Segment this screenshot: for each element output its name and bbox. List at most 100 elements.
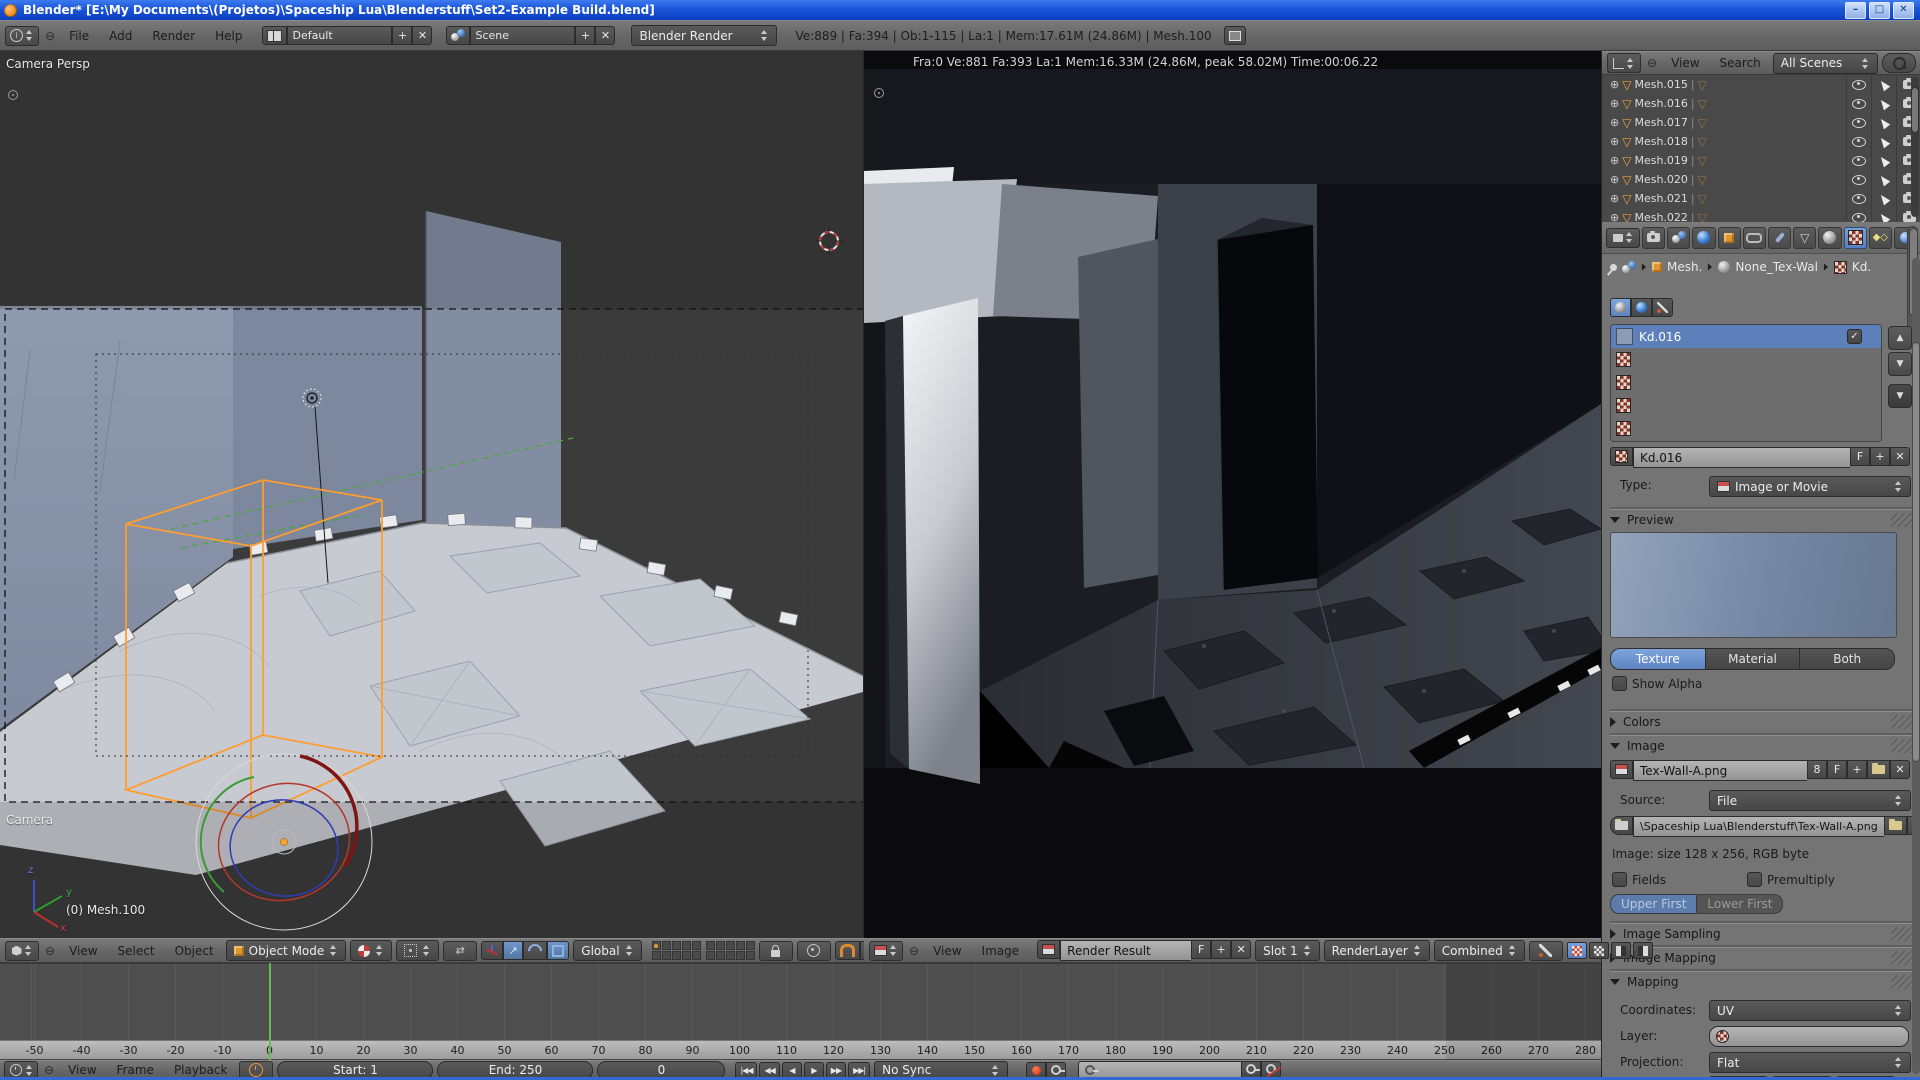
panel-grip[interactable] — [1891, 513, 1913, 527]
tab-data[interactable]: ▽ — [1793, 227, 1816, 249]
outliner-row[interactable]: ⊕ ▽ Mesh.015 | ▽ — [1602, 75, 1920, 94]
tab-constraints[interactable] — [1743, 227, 1766, 249]
playback-button[interactable]: ◀◀ — [759, 1062, 779, 1079]
preview-both-button[interactable]: Both — [1799, 648, 1895, 670]
projection-dropdown[interactable]: Flat — [1709, 1052, 1911, 1073]
playback-button[interactable]: ◀ — [782, 1062, 802, 1079]
image-datablock-browse-button[interactable] — [1037, 940, 1060, 959]
titlebar[interactable]: Blender* [E:\My Documents\(Projetos)\Spa… — [0, 0, 1920, 20]
panel-grip[interactable] — [1891, 739, 1913, 753]
render-engine-dropdown[interactable]: Blender Render — [631, 25, 777, 46]
panel-grip[interactable] — [1891, 951, 1913, 965]
outliner-row[interactable]: ⊕ ▽ Mesh.017 | ▽ — [1602, 113, 1920, 132]
outliner-row[interactable]: ⊕ ▽ Mesh.022 | ▽ — [1602, 208, 1920, 222]
playback-button[interactable]: ▶▶| — [848, 1062, 870, 1079]
tab-object[interactable] — [1718, 227, 1741, 249]
pivot-point-dropdown[interactable] — [396, 940, 439, 961]
expand-icon[interactable]: ⊕ — [1610, 78, 1619, 91]
snap-toggle-button[interactable] — [835, 941, 860, 960]
expand-icon[interactable]: ⊕ — [1610, 97, 1619, 110]
expand-icon[interactable]: ⊕ — [1610, 135, 1619, 148]
mode-dropdown[interactable]: Object Mode — [226, 940, 347, 961]
image-source-dropdown[interactable]: File — [1709, 790, 1911, 811]
lower-first-button[interactable]: Lower First — [1696, 894, 1783, 914]
translate-manipulator-button[interactable]: ↗ — [503, 941, 523, 960]
outliner-scrollbar-thumb[interactable] — [1911, 87, 1919, 133]
texture-slot-empty[interactable] — [1611, 417, 1881, 440]
panel-preview-header[interactable]: Preview — [1610, 509, 1913, 530]
transform-orientation-dropdown[interactable]: Global — [573, 940, 641, 961]
outliner-row[interactable]: ⊕ ▽ Mesh.019 | ▽ — [1602, 151, 1920, 170]
breadcrumb-object[interactable]: Mesh. — [1667, 260, 1702, 274]
screen-layout-delete-button[interactable]: ✕ — [412, 26, 432, 45]
menu-render[interactable]: Render — [144, 29, 203, 43]
outliner-row[interactable]: ⊕ ▽ Mesh.018 | ▽ — [1602, 132, 1920, 151]
menu-add[interactable]: Add — [101, 29, 140, 43]
slot-move-down-button[interactable]: ▼ — [1888, 352, 1912, 376]
texture-context-material-button[interactable] — [1610, 298, 1631, 317]
timeline-ruler[interactable]: -50-40-30-20-100102030405060708090100110… — [0, 1040, 1601, 1060]
manipulator-toggle-button[interactable]: ⇄ — [443, 941, 477, 961]
selectability-toggle[interactable] — [1871, 189, 1896, 208]
path-icon-button[interactable] — [1610, 816, 1633, 835]
image-new-button[interactable]: + — [1847, 760, 1867, 779]
playback-button[interactable]: ▶▶ — [826, 1062, 846, 1079]
insert-keyframe-button[interactable] — [1241, 1061, 1261, 1078]
channels-zbuffer-button[interactable] — [1633, 942, 1653, 959]
viewport-scene[interactable] — [0, 51, 863, 938]
layers-grid-1[interactable] — [652, 941, 701, 960]
manipulator-axis-button[interactable] — [481, 941, 503, 960]
playback-button[interactable]: ▶ — [804, 1062, 824, 1079]
breadcrumb-texture[interactable]: Kd. — [1852, 260, 1871, 274]
selectability-toggle[interactable] — [1871, 208, 1896, 222]
object-name[interactable]: Mesh.018 — [1634, 135, 1687, 148]
collapse-menus-icon[interactable]: ⊖ — [43, 944, 57, 958]
preview-texture-button[interactable]: Texture — [1610, 648, 1705, 670]
v3d-menu-object[interactable]: Object — [167, 944, 222, 958]
new-texture-button[interactable]: + — [1870, 447, 1890, 466]
expand-icon[interactable]: ⊕ — [1610, 192, 1619, 205]
pin-icon[interactable] — [1609, 262, 1619, 272]
visibility-toggle[interactable] — [1846, 170, 1871, 189]
outliner-search-button[interactable] — [1882, 53, 1916, 73]
image-editor-viewport[interactable]: Fra:0 Ve:881 Fa:393 La:1 Mem:16.33M (24.… — [864, 51, 1601, 938]
image-unlink-button[interactable]: ✕ — [1231, 940, 1251, 959]
texture-slot-empty[interactable] — [1611, 371, 1881, 394]
selectability-toggle[interactable] — [1871, 170, 1896, 189]
expand-icon[interactable]: ⊕ — [1610, 211, 1619, 222]
image-users-button[interactable]: 8 — [1807, 760, 1827, 779]
visibility-toggle[interactable] — [1846, 75, 1871, 94]
image-unlink-button[interactable]: ✕ — [1890, 760, 1910, 779]
image-datablock-field[interactable]: Render Result — [1060, 940, 1191, 961]
object-name[interactable]: Mesh.016 — [1634, 97, 1687, 110]
v3d-menu-view[interactable]: View — [61, 944, 105, 958]
scene-icon-button[interactable] — [446, 26, 470, 45]
menu-help[interactable]: Help — [207, 29, 250, 43]
timeline-track[interactable] — [0, 963, 1601, 1041]
slot-specials-button[interactable]: ▼ — [1888, 384, 1912, 408]
channels-color-alpha-button[interactable] — [1567, 942, 1587, 959]
selectability-toggle[interactable] — [1871, 94, 1896, 113]
tab-texture[interactable] — [1844, 227, 1867, 249]
tl-menu-view[interactable]: View — [60, 1063, 104, 1077]
panel-image-sampling-header[interactable]: Image Sampling — [1610, 923, 1913, 944]
expand-icon[interactable]: ⊕ — [1610, 116, 1619, 129]
visibility-toggle[interactable] — [1846, 208, 1871, 222]
collapse-menus-icon[interactable]: ⊖ — [907, 944, 921, 958]
image-browse-button[interactable] — [1610, 760, 1633, 779]
scene-delete-button[interactable]: ✕ — [595, 26, 615, 45]
texture-slot-empty[interactable] — [1611, 394, 1881, 417]
image-name-field[interactable]: Tex-Wall-A.png — [1633, 760, 1807, 781]
texture-context-world-button[interactable] — [1631, 298, 1652, 317]
preview-material-button[interactable]: Material — [1705, 648, 1800, 670]
visibility-toggle[interactable] — [1846, 189, 1871, 208]
minimize-button[interactable]: – — [1845, 2, 1866, 19]
playhead[interactable] — [269, 963, 271, 1060]
object-name[interactable]: Mesh.019 — [1634, 154, 1687, 167]
rotate-manipulator-button[interactable] — [523, 941, 547, 960]
outliner-menu-view[interactable]: View — [1663, 56, 1707, 70]
object-name[interactable]: Mesh.015 — [1634, 78, 1687, 91]
playback-button[interactable]: |◀◀ — [735, 1062, 757, 1079]
screencast-icon-button[interactable] — [1224, 26, 1246, 45]
maximize-button[interactable]: □ — [1869, 2, 1890, 19]
